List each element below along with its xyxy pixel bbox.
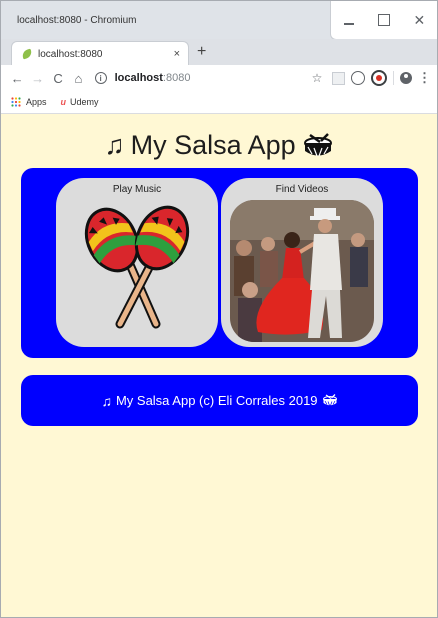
close-window-button[interactable]: ✕ — [408, 9, 430, 31]
menu-icon[interactable]: ⋮ — [418, 70, 431, 86]
bookmark-udemy-label: Udemy — [70, 97, 99, 107]
bookmark-star-icon[interactable]: ☆ — [308, 71, 326, 85]
tab-close-icon[interactable]: × — [174, 48, 180, 60]
minimize-button[interactable] — [338, 9, 360, 31]
play-music-label: Play Music — [112, 184, 162, 195]
site-info-icon[interactable]: i — [94, 72, 107, 84]
bookmark-apps[interactable]: Apps — [11, 97, 47, 107]
toolbar-actions: ☆ ⋮ — [308, 70, 431, 86]
toolbar-divider — [393, 71, 394, 85]
maximize-button[interactable] — [373, 9, 395, 31]
footer-drum-icon — [322, 394, 337, 406]
tab-title: localhost:8080 — [38, 48, 103, 60]
new-tab-button[interactable]: + — [197, 43, 206, 61]
footer-text: My Salsa App (c) Eli Corrales 2019 — [115, 393, 318, 408]
extension-circle-icon[interactable] — [351, 71, 365, 85]
back-icon[interactable]: ← — [7, 71, 27, 86]
title-bar: localhost:8080 - Chromium ✕ — [1, 1, 437, 40]
bookmark-udemy[interactable]: u Udemy — [57, 97, 99, 107]
url-port: :8080 — [162, 72, 191, 84]
drum-icon — [303, 132, 332, 156]
tab-strip: localhost:8080 × + — [1, 39, 437, 66]
play-music-tile[interactable]: Play Music — [56, 178, 218, 347]
apps-grid-icon — [11, 97, 21, 107]
page-title: ♫ My Salsa App — [1, 130, 437, 161]
footer: ♫ My Salsa App (c) Eli Corrales 2019 — [21, 375, 418, 426]
bookmark-apps-label: Apps — [26, 97, 47, 107]
maracas-image — [84, 205, 190, 329]
page-title-text: My Salsa App — [130, 130, 296, 160]
browser-window: localhost:8080 - Chromium ✕ localhost:80… — [0, 0, 438, 618]
extension-record-icon[interactable] — [371, 70, 387, 86]
reload-icon[interactable]: C — [48, 71, 68, 86]
url-host: localhost — [114, 72, 163, 84]
feature-card: Play Music Find Videos — [21, 168, 418, 358]
footer-music-note-icon: ♫ — [101, 392, 112, 409]
window-title: localhost:8080 - Chromium — [17, 15, 137, 26]
music-note-icon: ♫ — [104, 130, 125, 160]
find-videos-label: Find Videos — [275, 184, 329, 195]
bookmarks-bar: Apps u Udemy — [1, 91, 437, 114]
udemy-icon: u — [60, 97, 67, 107]
browser-toolbar: ← → C ⌂ i localhost :8080 ☆ ⋮ — [1, 65, 437, 91]
page-content: ♫ My Salsa App Play Music Find Videos ♫ … — [1, 114, 437, 617]
window-controls: ✕ — [330, 1, 437, 40]
profile-icon[interactable] — [400, 72, 412, 84]
extension-icon[interactable] — [332, 71, 345, 85]
spring-leaf-icon — [20, 48, 34, 60]
dancers-video-thumbnail — [230, 200, 374, 342]
forward-icon[interactable]: → — [27, 71, 47, 86]
find-videos-tile[interactable]: Find Videos — [221, 178, 383, 347]
address-bar[interactable]: i localhost :8080 — [94, 68, 308, 88]
home-icon[interactable]: ⌂ — [68, 71, 88, 86]
tab-localhost[interactable]: localhost:8080 × — [11, 41, 189, 66]
